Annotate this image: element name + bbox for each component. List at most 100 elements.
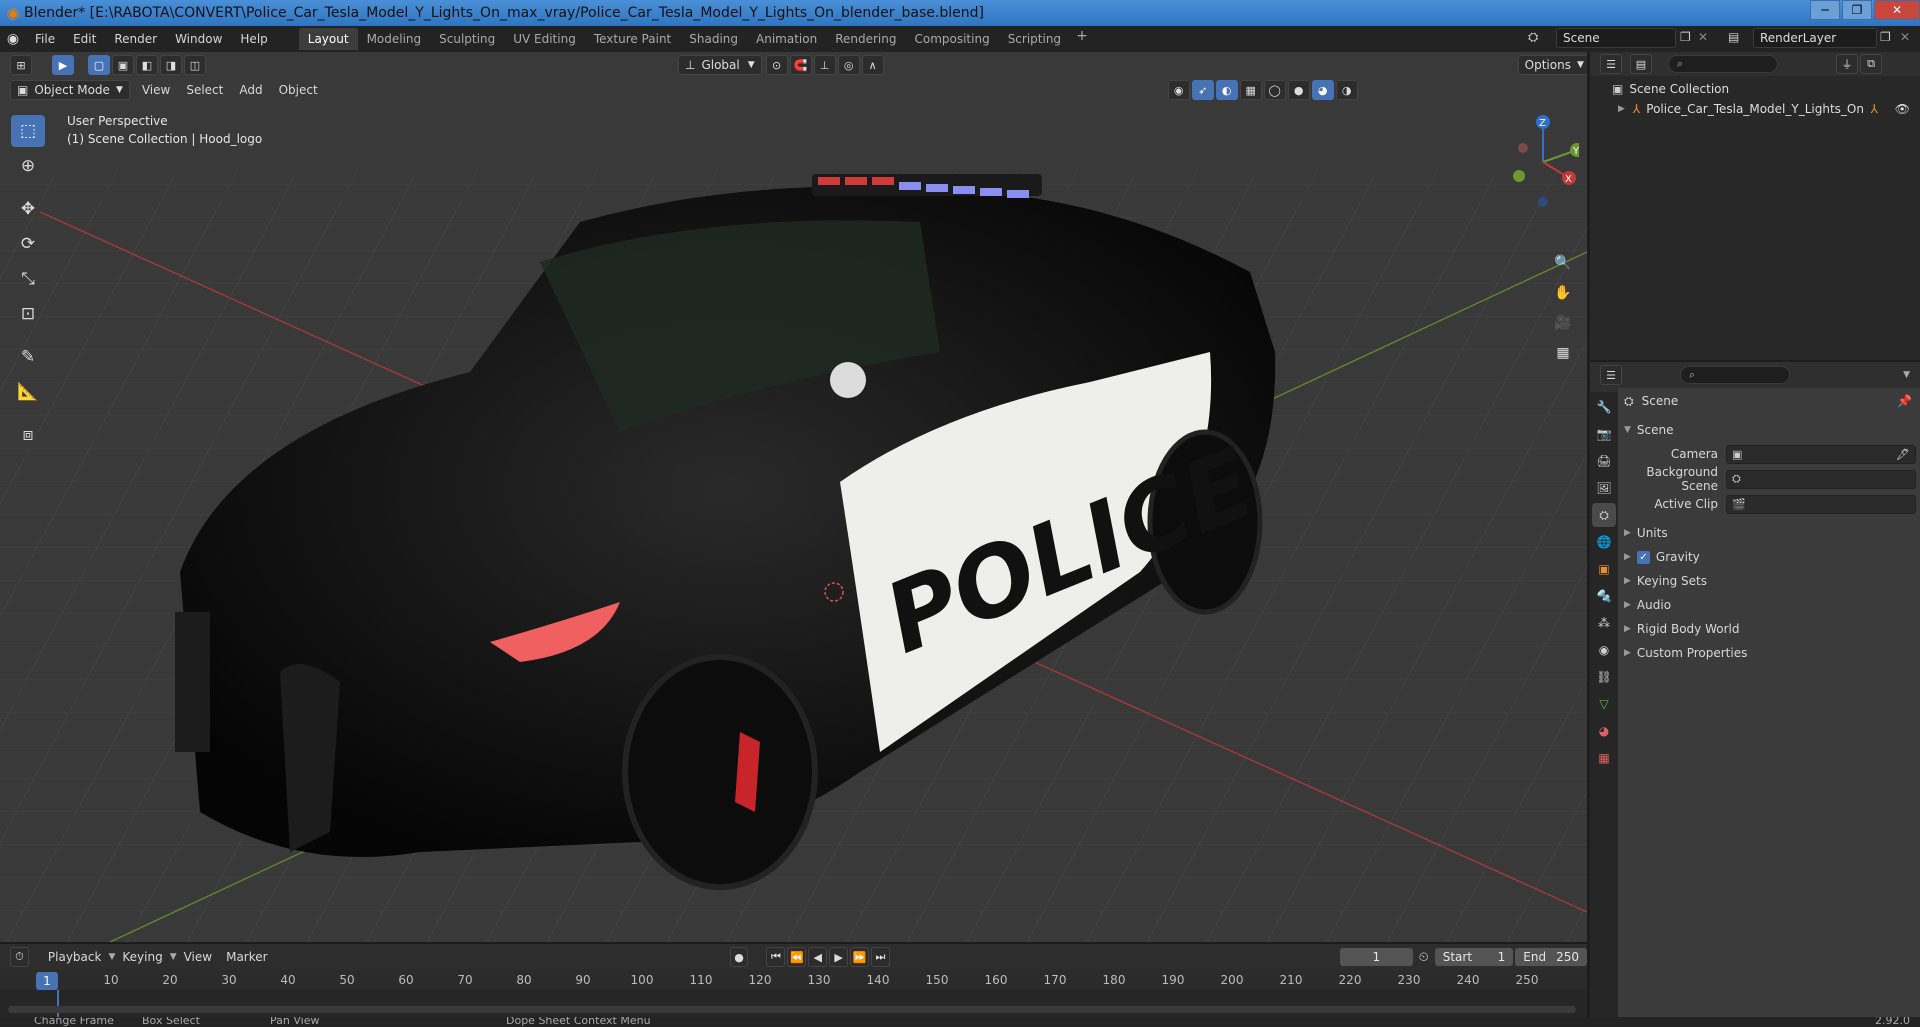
playhead-frame-indicator[interactable]: 1 xyxy=(36,972,58,990)
panel-scene-header[interactable]: ▼ Scene xyxy=(1618,418,1920,442)
texture-tab-icon[interactable]: ▦ xyxy=(1592,746,1616,770)
render-tab-icon[interactable]: 📷 xyxy=(1592,422,1616,446)
snap-target-icon[interactable]: ⊥ xyxy=(813,55,836,75)
shading-wireframe-icon[interactable]: ◯ xyxy=(1263,80,1286,100)
add-cube-tool-icon[interactable]: ⧈ xyxy=(11,419,45,451)
output-tab-icon[interactable]: 🖨 xyxy=(1592,449,1616,473)
scene-copy-icon[interactable]: ❐ xyxy=(1680,30,1691,44)
menu-file[interactable]: File xyxy=(26,28,64,50)
options-dropdown[interactable]: Options ▼ xyxy=(1517,55,1587,75)
properties-editor-type-icon[interactable]: ☰ xyxy=(1600,365,1622,385)
select-mode-intersect-icon[interactable]: ◫ xyxy=(184,55,206,75)
outliner-editor-type-icon[interactable]: ☰ xyxy=(1600,54,1622,74)
ortho-toggle-icon[interactable]: ▦ xyxy=(1550,340,1576,366)
editor-type-icon[interactable]: ⊞ xyxy=(10,55,32,75)
timeline-menu-playback[interactable]: Playback xyxy=(41,950,109,964)
scene-remove-icon[interactable]: ✕ xyxy=(1698,30,1708,44)
new-collection-icon[interactable]: ⧉ xyxy=(1860,54,1882,74)
shading-solid-icon[interactable]: ● xyxy=(1287,80,1310,100)
timeline-menu-keying[interactable]: Keying xyxy=(115,950,169,964)
properties-search-input[interactable]: ⌕ xyxy=(1680,366,1790,384)
measure-tool-icon[interactable]: 📐 xyxy=(11,376,45,408)
viewport-menu-select[interactable]: Select xyxy=(178,83,231,97)
object-tab-icon[interactable]: ▣ xyxy=(1592,557,1616,581)
material-tab-icon[interactable]: ◕ xyxy=(1592,719,1616,743)
zoom-icon[interactable]: 🔍 xyxy=(1550,250,1576,276)
menu-render[interactable]: Render xyxy=(105,28,166,50)
xray-toggle-icon[interactable]: ▦ xyxy=(1239,80,1262,100)
outliner-row-police-car[interactable]: ▶ ⅄ Police_Car_Tesla_Model_Y_Lights_On ⅄… xyxy=(1590,99,1920,119)
world-tab-icon[interactable]: 🌐 xyxy=(1592,530,1616,554)
play-reverse-icon[interactable]: ◀ xyxy=(808,947,828,967)
filter-icon[interactable]: ⏚ xyxy=(1836,54,1858,74)
maximize-button[interactable]: ❐ xyxy=(1842,0,1872,20)
jump-keyframe-back-icon[interactable]: ⏪ xyxy=(787,947,807,967)
outliner-row-scene-collection[interactable]: ▣ Scene Collection xyxy=(1590,79,1920,99)
scale-tool-icon[interactable]: ⤡ xyxy=(11,263,45,295)
tab-shading[interactable]: Shading xyxy=(680,28,747,50)
auto-keying-icon[interactable]: ● xyxy=(729,947,749,967)
scene-tab-icon[interactable]: ⛭ xyxy=(1592,503,1616,527)
panel-custom-properties[interactable]: ▶ Custom Properties xyxy=(1618,641,1920,665)
tab-uv-editing[interactable]: UV Editing xyxy=(504,28,585,50)
renderlayer-copy-icon[interactable]: ❐ xyxy=(1880,30,1891,44)
eye-visibility-icon[interactable]: 👁 xyxy=(1895,102,1910,116)
cursor-tool-icon[interactable]: ⊕ xyxy=(11,150,45,182)
transform-tool-icon[interactable]: ⊡ xyxy=(11,298,45,330)
gravity-checkbox[interactable]: ✓ xyxy=(1636,550,1650,564)
tab-layout[interactable]: Layout xyxy=(298,28,358,50)
tab-compositing[interactable]: Compositing xyxy=(905,28,998,50)
minimize-button[interactable]: ─ xyxy=(1810,0,1840,20)
blender-menu-icon[interactable]: ◉ xyxy=(0,26,26,52)
tab-modeling[interactable]: Modeling xyxy=(358,28,431,50)
timeline-menu-view[interactable]: View xyxy=(177,950,219,964)
viewport-menu-add[interactable]: Add xyxy=(231,83,270,97)
select-mode-new-icon[interactable]: ▢ xyxy=(88,55,110,75)
pan-hand-icon[interactable]: ✋ xyxy=(1550,280,1576,306)
physics-tab-icon[interactable]: ◉ xyxy=(1592,638,1616,662)
camera-field[interactable]: ▣ 🖋 xyxy=(1726,444,1916,464)
close-button[interactable]: ✕ xyxy=(1874,0,1920,20)
shading-rendered-icon[interactable]: ◑ xyxy=(1335,80,1358,100)
menu-window[interactable]: Window xyxy=(166,28,231,50)
panel-units[interactable]: ▶ Units xyxy=(1618,521,1920,545)
outliner-search-input[interactable]: ⌕ xyxy=(1668,55,1778,73)
timeline-editor-type-icon[interactable]: ⏱ xyxy=(10,947,29,967)
gizmo-toggle-icon[interactable]: ➶ xyxy=(1191,80,1214,100)
annotate-tool-icon[interactable]: ✎ xyxy=(11,341,45,373)
play-icon[interactable]: ▶ xyxy=(829,947,849,967)
tab-texture-paint[interactable]: Texture Paint xyxy=(585,28,680,50)
visibility-icon[interactable]: ◉ xyxy=(1167,80,1190,100)
menu-edit[interactable]: Edit xyxy=(64,28,105,50)
overlay-toggle-icon[interactable]: ◐ xyxy=(1215,80,1238,100)
active-clip-field[interactable]: 🎬 xyxy=(1726,494,1916,514)
timeline-menu-marker[interactable]: Marker xyxy=(219,950,274,964)
viewport-menu-object[interactable]: Object xyxy=(271,83,326,97)
proportional-falloff-icon[interactable]: ∧ xyxy=(861,55,884,75)
panel-audio[interactable]: ▶ Audio xyxy=(1618,593,1920,617)
rotate-tool-icon[interactable]: ⟳ xyxy=(11,228,45,260)
select-mode-subtract-icon[interactable]: ◧ xyxy=(136,55,158,75)
tab-scripting[interactable]: Scripting xyxy=(999,28,1070,50)
tab-sculpting[interactable]: Sculpting xyxy=(430,28,504,50)
shading-material-icon[interactable]: ◕ xyxy=(1311,80,1334,100)
renderlayer-remove-icon[interactable]: ✕ xyxy=(1900,30,1910,44)
timeline-ruler[interactable]: 1 10 20 30 40 50 60 70 80 90 100 110 120… xyxy=(0,970,1587,990)
pivot-point-icon[interactable]: ⊙ xyxy=(765,55,788,75)
3d-viewport[interactable]: POLICE ⊞ ▶ ▢ ▣ ◧ ◨ ◫ ⊥ Global ▼ ⊙ 🧲 ⊥ ◎ … xyxy=(0,52,1587,942)
tab-rendering[interactable]: Rendering xyxy=(826,28,905,50)
particles-tab-icon[interactable]: ⁂ xyxy=(1592,611,1616,635)
viewport-menu-view[interactable]: View xyxy=(134,83,178,97)
menu-help[interactable]: Help xyxy=(231,28,276,50)
jump-start-icon[interactable]: ⏮ xyxy=(766,947,786,967)
select-mode-invert-icon[interactable]: ◨ xyxy=(160,55,182,75)
tab-animation[interactable]: Animation xyxy=(747,28,826,50)
move-tool-icon[interactable]: ✥ xyxy=(11,193,45,225)
select-mode-extend-icon[interactable]: ▣ xyxy=(112,55,134,75)
select-box-tool-icon[interactable]: ⬚ xyxy=(11,115,45,147)
expand-chevron-icon[interactable]: ▶ xyxy=(1618,104,1625,114)
proportional-edit-icon[interactable]: ◎ xyxy=(837,55,860,75)
constraints-tab-icon[interactable]: ⛓ xyxy=(1592,665,1616,689)
scene-selector[interactable]: Scene xyxy=(1556,28,1676,48)
panel-keying-sets[interactable]: ▶ Keying Sets xyxy=(1618,569,1920,593)
